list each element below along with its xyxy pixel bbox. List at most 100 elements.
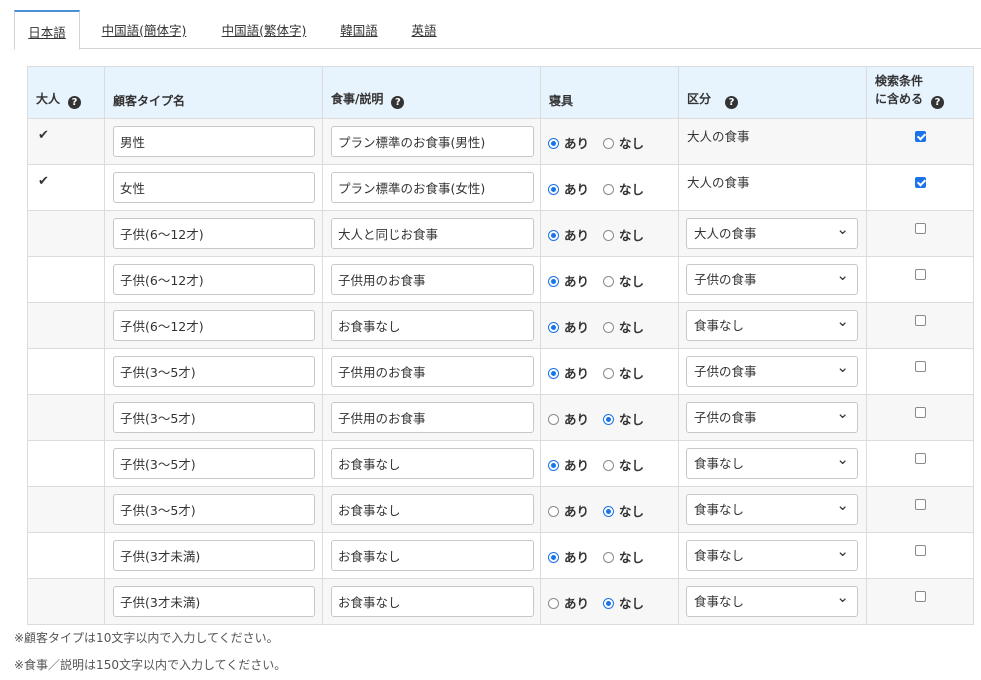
bedding-no-label[interactable]: なし — [619, 182, 644, 197]
bedding-yes-radio[interactable] — [548, 506, 559, 517]
bedding-yes-radio[interactable] — [548, 276, 559, 287]
bedding-no-radio[interactable] — [603, 138, 615, 149]
meal-description-input[interactable] — [331, 402, 534, 433]
bedding-yes-radio[interactable] — [548, 138, 559, 149]
customer-type-input[interactable] — [113, 356, 315, 387]
tab-chinese-simplified[interactable]: 中国語(簡体字) — [94, 10, 194, 49]
include-in-search-checkbox[interactable] — [915, 315, 926, 326]
bedding-yes-radio[interactable] — [548, 322, 559, 333]
include-in-search-checkbox[interactable] — [915, 499, 926, 510]
customer-type-input[interactable] — [113, 494, 315, 525]
include-in-search-checkbox[interactable] — [915, 545, 926, 556]
bedding-yes-radio[interactable] — [548, 598, 559, 609]
cell-category: 食事なし ⌄ — [678, 440, 867, 487]
customer-type-input[interactable] — [113, 402, 315, 433]
meal-description-input[interactable] — [331, 540, 534, 571]
bedding-no-label[interactable]: なし — [619, 504, 644, 519]
customer-type-input[interactable] — [113, 172, 315, 203]
cell-meal — [322, 394, 541, 441]
bedding-yes-radio[interactable] — [548, 184, 559, 195]
bedding-yes-label[interactable]: あり — [564, 228, 589, 243]
bedding-no-label[interactable]: なし — [619, 550, 644, 565]
question-circle-icon[interactable]: ? — [68, 96, 82, 109]
meal-description-input[interactable] — [331, 448, 534, 479]
bedding-yes-radio[interactable] — [548, 230, 559, 241]
meal-description-input[interactable] — [331, 264, 534, 295]
question-circle-icon[interactable]: ? — [931, 96, 945, 109]
meal-description-input[interactable] — [331, 310, 534, 341]
category-select[interactable]: 子供の食事 ⌄ — [686, 264, 858, 295]
bedding-yes-label[interactable]: あり — [564, 596, 589, 611]
category-select[interactable]: 子供の食事 ⌄ — [686, 356, 858, 387]
bedding-no-radio[interactable] — [603, 414, 615, 425]
bedding-no-label[interactable]: なし — [619, 320, 644, 335]
customer-type-input[interactable] — [113, 586, 315, 617]
bedding-yes-label[interactable]: あり — [564, 550, 589, 565]
include-in-search-checkbox[interactable] — [915, 453, 926, 464]
category-select[interactable]: 食事なし ⌄ — [686, 494, 858, 525]
category-select[interactable]: 食事なし ⌄ — [686, 540, 858, 571]
category-select[interactable]: 子供の食事 ⌄ — [686, 402, 858, 433]
bedding-no-label[interactable]: なし — [619, 274, 644, 289]
include-in-search-checkbox[interactable] — [915, 591, 926, 602]
include-in-search-checkbox[interactable] — [915, 361, 926, 372]
tab-korean[interactable]: 韓国語 — [332, 10, 386, 49]
bedding-yes-label[interactable]: あり — [564, 458, 589, 473]
bedding-yes-label[interactable]: あり — [564, 320, 589, 335]
customer-type-input[interactable] — [113, 126, 315, 157]
include-in-search-checkbox[interactable] — [915, 269, 926, 280]
bedding-yes-radio[interactable] — [548, 414, 559, 425]
language-tabs: 日本語 中国語(簡体字) 中国語(繁体字) 韓国語 英語 — [14, 10, 981, 50]
meal-description-input[interactable] — [331, 356, 534, 387]
customer-type-input[interactable] — [113, 448, 315, 479]
customer-type-input[interactable] — [113, 540, 315, 571]
bedding-no-radio[interactable] — [603, 552, 615, 563]
meal-description-input[interactable] — [331, 218, 534, 249]
category-select[interactable]: 食事なし ⌄ — [686, 310, 858, 341]
bedding-yes-label[interactable]: あり — [564, 136, 589, 151]
meal-description-input[interactable] — [331, 494, 534, 525]
bedding-no-label[interactable]: なし — [619, 228, 644, 243]
bedding-yes-label[interactable]: あり — [564, 366, 589, 381]
customer-type-input[interactable] — [113, 218, 315, 249]
bedding-no-radio[interactable] — [603, 322, 615, 333]
meal-description-input[interactable] — [331, 172, 534, 203]
bedding-no-radio[interactable] — [603, 506, 615, 517]
bedding-yes-label[interactable]: あり — [564, 504, 589, 519]
bedding-no-radio[interactable] — [603, 184, 615, 195]
bedding-no-radio[interactable] — [603, 230, 615, 241]
include-in-search-checkbox[interactable] — [915, 223, 926, 234]
bedding-no-radio[interactable] — [603, 460, 615, 471]
bedding-yes-radio[interactable] — [548, 460, 559, 471]
include-in-search-checkbox[interactable] — [915, 131, 926, 142]
customer-type-input[interactable] — [113, 264, 315, 295]
bedding-yes-label[interactable]: あり — [564, 274, 589, 289]
bedding-no-label[interactable]: なし — [619, 366, 644, 381]
cell-bedding: あり なし — [540, 210, 679, 257]
bedding-no-label[interactable]: なし — [619, 136, 644, 151]
category-select[interactable]: 食事なし ⌄ — [686, 586, 858, 617]
bedding-yes-radio[interactable] — [548, 552, 559, 563]
include-in-search-checkbox[interactable] — [915, 407, 926, 418]
bedding-no-label[interactable]: なし — [619, 458, 644, 473]
header-category: 区分? — [678, 66, 867, 119]
bedding-no-radio[interactable] — [603, 368, 615, 379]
tab-english[interactable]: 英語 — [404, 10, 444, 49]
include-in-search-checkbox[interactable] — [915, 177, 926, 188]
question-circle-icon[interactable]: ? — [725, 96, 739, 109]
category-select[interactable]: 大人の食事 ⌄ — [686, 218, 858, 249]
meal-description-input[interactable] — [331, 126, 534, 157]
bedding-yes-label[interactable]: あり — [564, 182, 589, 197]
question-circle-icon[interactable]: ? — [391, 96, 405, 109]
bedding-no-label[interactable]: なし — [619, 596, 644, 611]
bedding-no-radio[interactable] — [603, 276, 615, 287]
meal-description-input[interactable] — [331, 586, 534, 617]
bedding-yes-radio[interactable] — [548, 368, 559, 379]
tab-japanese[interactable]: 日本語 — [14, 10, 80, 50]
bedding-no-radio[interactable] — [603, 598, 615, 609]
bedding-no-label[interactable]: なし — [619, 412, 644, 427]
bedding-yes-label[interactable]: あり — [564, 412, 589, 427]
tab-chinese-traditional[interactable]: 中国語(繁体字) — [214, 10, 314, 49]
customer-type-input[interactable] — [113, 310, 315, 341]
category-select[interactable]: 食事なし ⌄ — [686, 448, 858, 479]
